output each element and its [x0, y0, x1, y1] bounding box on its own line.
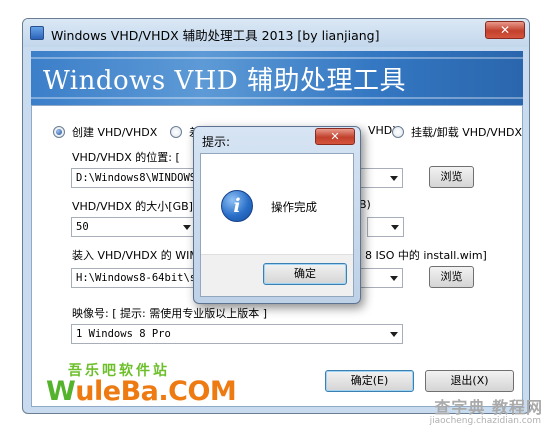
window-title: Windows VHD/VHDX 辅助处理工具 2013 [by lianjia… — [51, 28, 380, 43]
size-label: VHD/VHDX 的大小[GB] — [72, 200, 193, 213]
site-watermark: 查字典 教程网 jiaocheng.chazidian.com — [393, 394, 543, 432]
logo-w: W — [46, 376, 76, 407]
image-index-combo[interactable]: 1 Windows 8 Pro — [71, 324, 403, 344]
banner-title: Windows VHD 辅助处理工具 — [43, 66, 407, 96]
wim-value: H:\Windows8-64bit\so — [76, 272, 203, 284]
size-unit-combo[interactable] — [367, 217, 404, 237]
size-value: 50 — [76, 221, 89, 233]
mount-vhd-radio[interactable] — [392, 126, 404, 138]
dialog-ok-button[interactable]: 确定 — [263, 263, 347, 285]
header-banner: Windows VHD 辅助处理工具 — [31, 51, 523, 105]
chevron-down-icon — [390, 276, 398, 281]
window-close-button[interactable]: ✕ — [485, 21, 525, 39]
chevron-down-icon — [390, 176, 398, 181]
create-vhd-label[interactable]: 创建 VHD/VHDX — [72, 124, 157, 140]
logo-rest: uleBa.COM — [75, 376, 237, 407]
watermark-main: 查字典 教程网 — [434, 398, 543, 417]
app-icon — [30, 26, 44, 40]
wim-label: 装入 VHD/VHDX 的 WIM — [72, 249, 199, 262]
dialog-footer: 确定 — [201, 254, 353, 296]
location-value: D:\Windows8\WINDOWS8 — [76, 172, 203, 184]
image-index-value: 1 Windows 8 Pro — [76, 328, 171, 340]
chevron-down-icon — [390, 332, 398, 337]
dialog-body: i 操作完成 确定 — [200, 153, 354, 297]
ok-button[interactable]: 确定(E) — [325, 370, 414, 392]
chevron-down-icon — [391, 225, 399, 230]
diff-vhd-radio[interactable] — [170, 126, 182, 138]
info-icon: i — [221, 190, 253, 222]
size-combo[interactable]: 50 — [71, 217, 196, 237]
mount-vhd-label[interactable]: 挂载/卸载 VHD/VHDX — [411, 124, 522, 140]
location-label: VHD/VHDX 的位置: [ — [72, 151, 180, 164]
dialog-title: 提示: — [202, 135, 231, 149]
dialog-close-button[interactable]: ✕ — [315, 128, 355, 145]
browse-location-button[interactable]: 浏览 — [429, 166, 474, 188]
logo-english-text: WuleBa.COM — [46, 376, 237, 407]
create-vhd-radio[interactable] — [53, 126, 65, 138]
browse-wim-button[interactable]: 浏览 — [429, 266, 474, 288]
wim-label-tail: 8 ISO 中的 install.wim] — [365, 249, 487, 262]
watermark-sub: jiaocheng.chazidian.com — [429, 416, 541, 426]
message-dialog: 提示: ✕ i 操作完成 确定 — [193, 126, 361, 304]
banner-stripe — [31, 97, 523, 99]
chevron-down-icon — [183, 225, 191, 230]
banner-stripe — [31, 57, 523, 59]
wuleba-logo: 吾乐吧软件站 WuleBa.COM — [46, 360, 237, 413]
title-bar[interactable]: Windows VHD/VHDX 辅助处理工具 2013 [by lianjia… — [23, 19, 529, 47]
dialog-message: 操作完成 — [271, 200, 317, 214]
exit-button[interactable]: 退出(X) — [425, 370, 514, 392]
image-index-label: 映像号: [ 提示: 需使用专业版以上版本 ] — [72, 307, 267, 320]
